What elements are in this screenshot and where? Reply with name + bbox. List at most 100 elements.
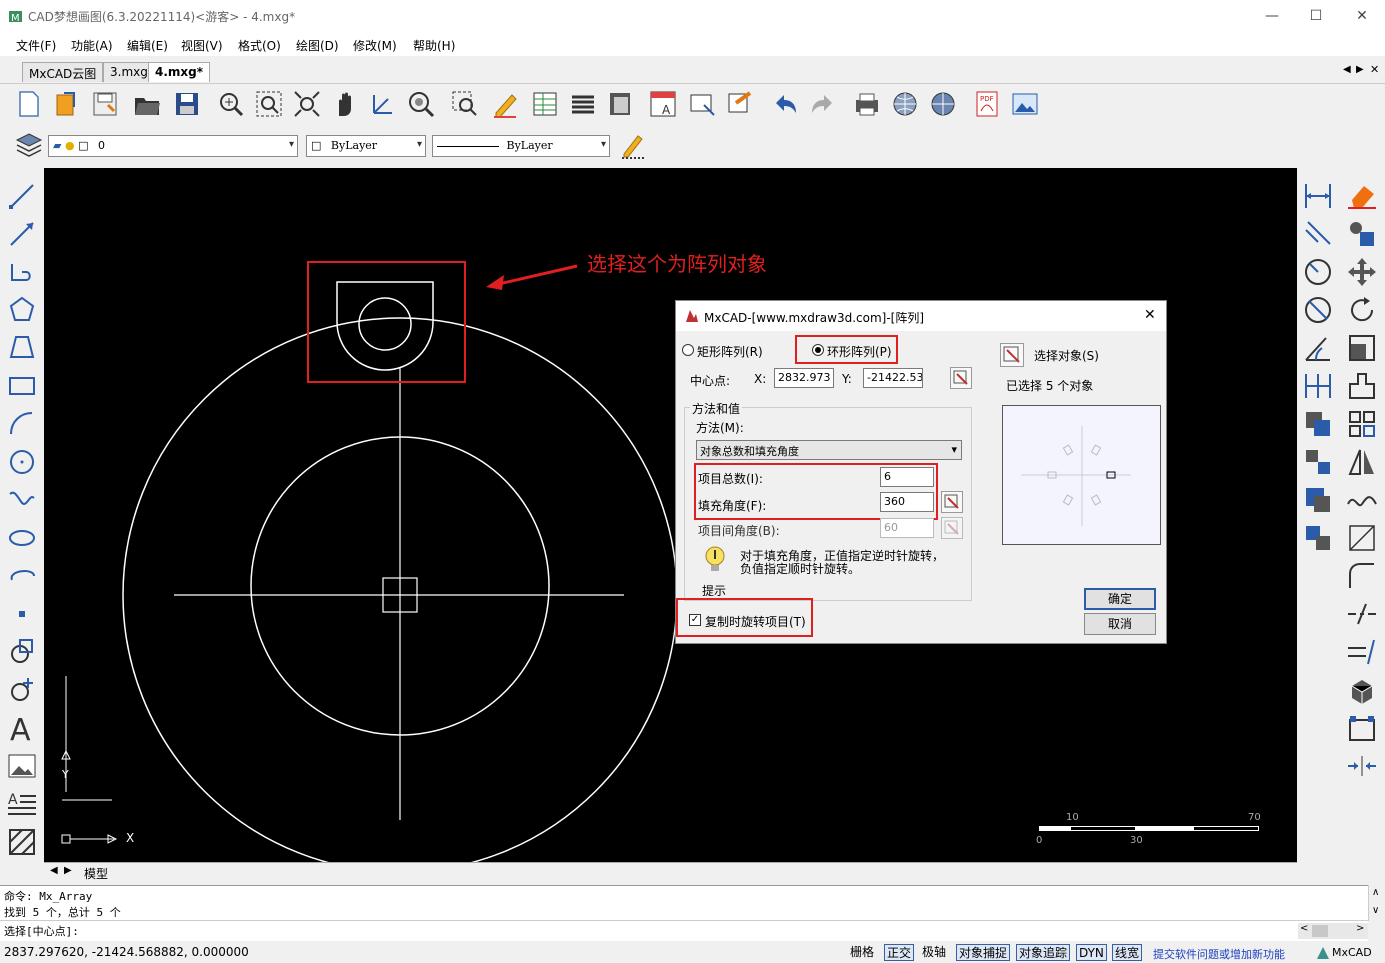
copy-tool-icon[interactable] — [1302, 408, 1334, 440]
line-tool-icon[interactable] — [6, 180, 38, 212]
polyline-tool-icon[interactable] — [6, 256, 38, 288]
redo-icon[interactable] — [808, 89, 838, 119]
text-tool-icon[interactable]: A — [6, 712, 38, 744]
tab-scroll-left-icon[interactable]: ◀ — [1343, 64, 1351, 75]
table-icon[interactable] — [530, 89, 560, 119]
ucs-axis-icon[interactable] — [368, 89, 398, 119]
total-items-input[interactable]: 6 — [880, 467, 934, 487]
select-window-icon[interactable] — [450, 89, 480, 119]
minimize-button[interactable]: — — [1262, 6, 1282, 26]
horizontal-scrollbar[interactable]: < > — [1298, 923, 1368, 939]
menu-view[interactable]: 视图(V) — [181, 37, 223, 54]
line-weight-pencil-icon[interactable] — [618, 130, 648, 160]
method-select[interactable]: 对象总数和填充角度 ▾ — [696, 440, 962, 460]
array-tool-icon[interactable] — [1302, 522, 1334, 554]
pick-center-button[interactable] — [950, 367, 972, 389]
select-objects-button[interactable] — [1000, 343, 1024, 367]
scroll-right-icon[interactable]: > — [1356, 923, 1364, 934]
maximize-button[interactable]: ☐ — [1306, 6, 1326, 26]
undo-icon[interactable] — [770, 89, 800, 119]
break-tool-icon[interactable] — [1346, 598, 1378, 630]
fillet-tool-icon[interactable] — [1346, 560, 1378, 592]
scroll-up-icon[interactable]: ∧ — [1372, 887, 1379, 898]
new-file-icon[interactable] — [14, 89, 44, 119]
explode-tool-icon[interactable] — [1346, 712, 1378, 744]
move-tool-icon[interactable] — [1346, 256, 1378, 288]
menu-edit[interactable]: 编辑(E) — [127, 37, 168, 54]
list-icon[interactable] — [568, 89, 598, 119]
grid-toggle[interactable]: 栅格 — [848, 944, 876, 961]
otrack-toggle[interactable]: 对象追踪 — [1016, 944, 1071, 961]
raster-image-icon[interactable] — [6, 750, 38, 782]
linear-dimension-icon[interactable] — [1302, 180, 1334, 212]
ellipse-tool-icon[interactable] — [6, 522, 38, 554]
layer-state-icon[interactable] — [606, 89, 636, 119]
ellipse-arc-tool-icon[interactable] — [6, 560, 38, 592]
center-x-input[interactable]: 2832.973 — [774, 368, 834, 388]
rotate-tool-icon[interactable] — [1346, 294, 1378, 326]
menu-file[interactable]: 文件(F) — [16, 37, 56, 54]
zoom-realtime-icon[interactable] — [216, 89, 246, 119]
export-pdf-icon[interactable]: PDF — [972, 89, 1002, 119]
center-y-input[interactable]: -21422.532 — [863, 368, 923, 388]
zoom-window-icon[interactable] — [254, 89, 284, 119]
fill-angle-input[interactable]: 360 — [880, 492, 934, 512]
open-folder-icon[interactable] — [132, 89, 162, 119]
multiline-text-icon[interactable]: A — [6, 788, 38, 820]
close-window-button[interactable]: ✕ — [1352, 6, 1372, 26]
tab-mxcad-cloud[interactable]: MxCAD云图 — [22, 62, 104, 82]
command-prompt[interactable]: 选择[中心点]: — [4, 923, 79, 939]
layout-next-icon[interactable]: ▶ — [64, 865, 72, 876]
tab-4-mxg[interactable]: 4.mxg* — [148, 62, 211, 82]
scroll-left-icon[interactable]: < — [1300, 923, 1308, 934]
menu-modify[interactable]: 修改(M) — [353, 37, 397, 54]
ray-tool-icon[interactable] — [6, 218, 38, 250]
layer-select[interactable]: ▰ ● □ 0 ▾ — [48, 135, 298, 157]
polygon-tool-icon[interactable] — [6, 294, 38, 326]
linetype-select[interactable]: ByLayer ▾ — [432, 135, 610, 157]
command-window[interactable]: 命令: Mx_Array 找到 5 个，总计 5 个 选择[中心点]: — [0, 885, 1368, 941]
insert-image-icon[interactable] — [1010, 89, 1040, 119]
aligned-dimension-icon[interactable] — [1302, 218, 1334, 250]
cancel-button[interactable]: 取消 — [1084, 613, 1156, 635]
select-objects-label[interactable]: 选择对象(S) — [1034, 347, 1099, 364]
arc-tool-icon[interactable] — [6, 408, 38, 440]
dialog-close-button[interactable]: ✕ — [1144, 307, 1156, 323]
extend-tool-icon[interactable] — [1346, 636, 1378, 668]
pick-fill-angle-button[interactable] — [941, 491, 963, 513]
make-block-icon[interactable] — [6, 674, 38, 706]
mirror-axis-icon[interactable] — [1346, 446, 1378, 478]
pencil-draw-icon[interactable] — [490, 89, 520, 119]
insert-block-icon[interactable] — [6, 636, 38, 668]
rectangle-tool-icon[interactable] — [6, 370, 38, 402]
rect-array-label[interactable]: 矩形阵列(R) — [697, 343, 763, 360]
polar-array-radio[interactable] — [812, 344, 824, 356]
save-icon[interactable] — [172, 89, 202, 119]
feedback-link[interactable]: 提交软件问题或增加新功能 — [1153, 946, 1285, 962]
grid-array-icon[interactable] — [1346, 408, 1378, 440]
radius-dimension-icon[interactable] — [1302, 256, 1334, 288]
continue-dimension-icon[interactable] — [1302, 370, 1334, 402]
tab-scroll-right-icon[interactable]: ▶ — [1356, 64, 1364, 75]
rotate-items-checkbox[interactable]: ✓ — [689, 614, 701, 626]
stretch-tool-icon[interactable] — [1346, 370, 1378, 402]
text-style-icon[interactable]: A — [648, 89, 678, 119]
item-angle-input[interactable]: 60 — [880, 518, 934, 538]
mirror-tool-icon[interactable] — [1302, 446, 1334, 478]
lineweight-toggle[interactable]: 线宽 — [1112, 944, 1143, 961]
dimension-edit-icon[interactable] — [688, 89, 718, 119]
web-publish-icon[interactable] — [928, 89, 958, 119]
save-as-icon[interactable] — [90, 89, 120, 119]
zoom-previous-icon[interactable] — [406, 89, 436, 119]
match-properties-icon[interactable] — [726, 89, 756, 119]
chamfer-tool-icon[interactable] — [1346, 522, 1378, 554]
diameter-dimension-icon[interactable] — [1302, 294, 1334, 326]
polar-toggle[interactable]: 极轴 — [920, 944, 948, 961]
point-tool-icon[interactable] — [6, 598, 38, 630]
menu-format[interactable]: 格式(O) — [238, 37, 281, 54]
print-icon[interactable] — [852, 89, 882, 119]
tab-model[interactable]: 模型 — [84, 865, 108, 882]
open-template-icon[interactable] — [52, 89, 82, 119]
command-scrollbar[interactable]: ∧ ∨ — [1368, 885, 1385, 921]
scale-tool-icon[interactable] — [1346, 332, 1378, 364]
